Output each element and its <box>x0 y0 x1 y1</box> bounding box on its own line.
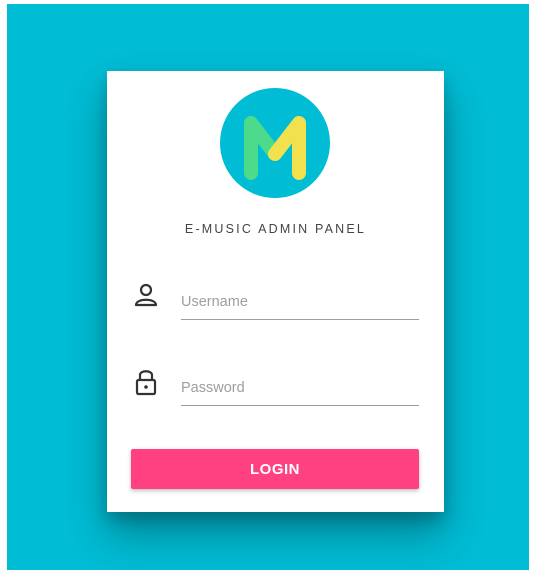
user-icon <box>131 281 161 311</box>
password-field-group <box>131 365 421 415</box>
username-field-group <box>131 279 421 329</box>
app-logo <box>220 88 330 198</box>
login-card: E-MUSIC ADMIN PANEL LOGIN <box>107 71 444 512</box>
login-button[interactable]: LOGIN <box>131 449 419 489</box>
password-input[interactable] <box>181 371 419 406</box>
lock-icon <box>131 367 161 397</box>
music-m-logo-icon <box>220 88 330 198</box>
app-title: E-MUSIC ADMIN PANEL <box>184 222 367 236</box>
username-input[interactable] <box>181 285 419 320</box>
